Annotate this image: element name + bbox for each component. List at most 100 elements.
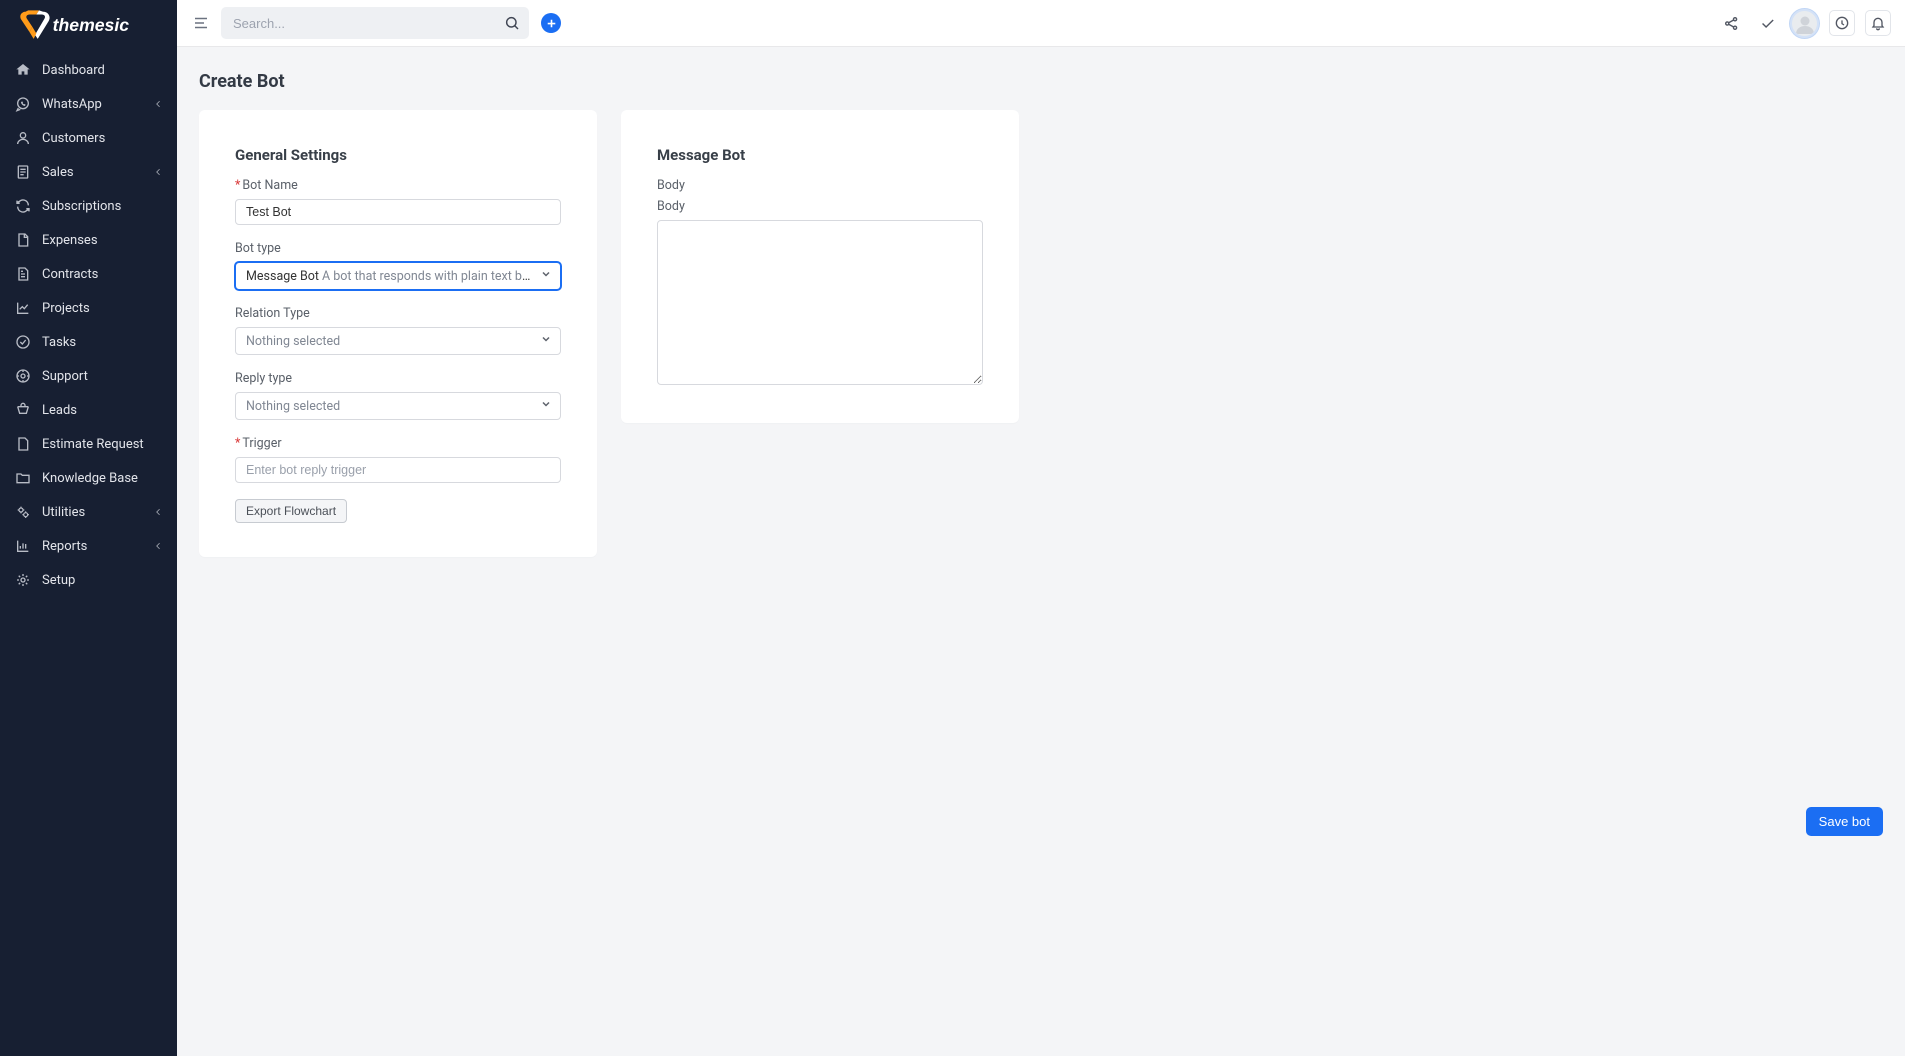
- bot-type-label: Bot type: [235, 241, 561, 256]
- sidebar-item-label: WhatsApp: [42, 97, 102, 112]
- check-icon: [1759, 15, 1776, 32]
- leads-icon: [14, 401, 32, 419]
- logo-icon: themesic: [16, 5, 138, 43]
- notifications-button[interactable]: [1865, 10, 1891, 36]
- relation-type-value: Nothing selected: [246, 334, 340, 349]
- bot-type-select[interactable]: Message BotA bot that responds with plai…: [235, 262, 561, 290]
- gear-icon: [14, 571, 32, 589]
- sidebar-item-knowledge-base[interactable]: Knowledge Base: [0, 461, 177, 495]
- general-settings-title: General Settings: [235, 146, 561, 164]
- sidebar-item-label: Knowledge Base: [42, 471, 138, 486]
- sidebar-item-label: Customers: [42, 131, 105, 146]
- bot-name-input[interactable]: [235, 199, 561, 225]
- export-flowchart-button[interactable]: Export Flowchart: [235, 499, 347, 523]
- search-input[interactable]: [221, 7, 529, 39]
- trigger-label: *Trigger: [235, 436, 561, 451]
- user-icon: [14, 129, 32, 147]
- trigger-input[interactable]: [235, 457, 561, 483]
- brand-logo[interactable]: themesic: [0, 0, 177, 47]
- chevron-left-icon: [153, 506, 165, 518]
- reply-type-value: Nothing selected: [246, 399, 340, 414]
- sidebar-item-label: Sales: [42, 165, 74, 180]
- body-textarea[interactable]: [657, 220, 983, 385]
- sidebar-item-label: Expenses: [42, 233, 98, 248]
- sidebar-item-label: Tasks: [42, 335, 76, 350]
- file-blank-icon: [14, 435, 32, 453]
- help-icon: [14, 367, 32, 385]
- page-content: Create Bot General Settings *Bot Name Bo…: [177, 47, 1905, 1056]
- chart-icon: [14, 299, 32, 317]
- sidebar-item-setup[interactable]: Setup: [0, 563, 177, 597]
- chevron-down-icon: [540, 333, 552, 349]
- sidebar-item-label: Support: [42, 369, 88, 384]
- sidebar-item-utilities[interactable]: Utilities: [0, 495, 177, 529]
- sidebar-item-label: Setup: [42, 573, 75, 588]
- bell-icon: [1870, 15, 1886, 31]
- sidebar-item-expenses[interactable]: Expenses: [0, 223, 177, 257]
- message-bot-title: Message Bot: [657, 146, 983, 164]
- folder-icon: [14, 469, 32, 487]
- check-circle-icon: [14, 333, 32, 351]
- refresh-icon: [14, 197, 32, 215]
- body-label-1: Body: [657, 178, 983, 193]
- search-button[interactable]: [503, 14, 521, 32]
- sidebar-item-label: Reports: [42, 539, 87, 554]
- sidebar-item-support[interactable]: Support: [0, 359, 177, 393]
- clock-icon: [1834, 15, 1850, 31]
- sidebar-item-label: Utilities: [42, 505, 85, 520]
- bot-name-label: *Bot Name: [235, 178, 561, 193]
- chevron-left-icon: [153, 98, 165, 110]
- sidebar-item-label: Subscriptions: [42, 199, 121, 214]
- share-icon: [1723, 15, 1740, 32]
- sidebar-item-reports[interactable]: Reports: [0, 529, 177, 563]
- file-icon: [14, 231, 32, 249]
- add-button[interactable]: [541, 13, 561, 33]
- svg-text:themesic: themesic: [53, 14, 130, 34]
- sidebar-item-dashboard[interactable]: Dashboard: [0, 53, 177, 87]
- check-button[interactable]: [1754, 10, 1780, 36]
- sidebar-item-whatsapp[interactable]: WhatsApp: [0, 87, 177, 121]
- page-title: Create Bot: [199, 71, 1883, 92]
- plus-icon: [545, 17, 558, 30]
- home-icon: [14, 61, 32, 79]
- bar-chart-icon: [14, 537, 32, 555]
- sidebar-item-customers[interactable]: Customers: [0, 121, 177, 155]
- search-icon: [504, 15, 520, 31]
- sidebar-item-contracts[interactable]: Contracts: [0, 257, 177, 291]
- sidebar-item-tasks[interactable]: Tasks: [0, 325, 177, 359]
- reply-type-label: Reply type: [235, 371, 561, 386]
- chevron-left-icon: [153, 540, 165, 552]
- sidebar-item-subscriptions[interactable]: Subscriptions: [0, 189, 177, 223]
- user-avatar[interactable]: [1790, 9, 1819, 38]
- topbar: [177, 0, 1905, 47]
- sidebar-item-leads[interactable]: Leads: [0, 393, 177, 427]
- reply-type-select[interactable]: Nothing selected: [235, 392, 561, 420]
- save-bot-button[interactable]: Save bot: [1806, 807, 1883, 836]
- whatsapp-icon: [14, 95, 32, 113]
- sidebar-item-estimate-request[interactable]: Estimate Request: [0, 427, 177, 461]
- avatar-placeholder-icon: [1793, 12, 1817, 36]
- relation-type-select[interactable]: Nothing selected: [235, 327, 561, 355]
- sidebar-item-label: Dashboard: [42, 63, 105, 78]
- sidebar: themesic Dashboard WhatsApp Customers Sa…: [0, 0, 177, 1056]
- message-bot-card: Message Bot Body Body: [621, 110, 1019, 423]
- sidebar-item-label: Projects: [42, 301, 90, 316]
- body-label-2: Body: [657, 199, 983, 214]
- menu-toggle-button[interactable]: [191, 13, 211, 33]
- bot-type-value: Message BotA bot that responds with plai…: [246, 269, 532, 284]
- chevron-down-icon: [540, 398, 552, 414]
- sidebar-item-projects[interactable]: Projects: [0, 291, 177, 325]
- sidebar-item-sales[interactable]: Sales: [0, 155, 177, 189]
- chevron-left-icon: [153, 166, 165, 178]
- search-box: [221, 7, 529, 39]
- document-lines-icon: [14, 163, 32, 181]
- sidebar-item-label: Contracts: [42, 267, 98, 282]
- history-button[interactable]: [1829, 10, 1855, 36]
- menu-icon: [192, 14, 210, 32]
- sidebar-item-label: Estimate Request: [42, 437, 144, 452]
- gears-icon: [14, 503, 32, 521]
- relation-type-label: Relation Type: [235, 306, 561, 321]
- chevron-down-icon: [540, 268, 552, 284]
- sidebar-item-label: Leads: [42, 403, 77, 418]
- share-button[interactable]: [1718, 10, 1744, 36]
